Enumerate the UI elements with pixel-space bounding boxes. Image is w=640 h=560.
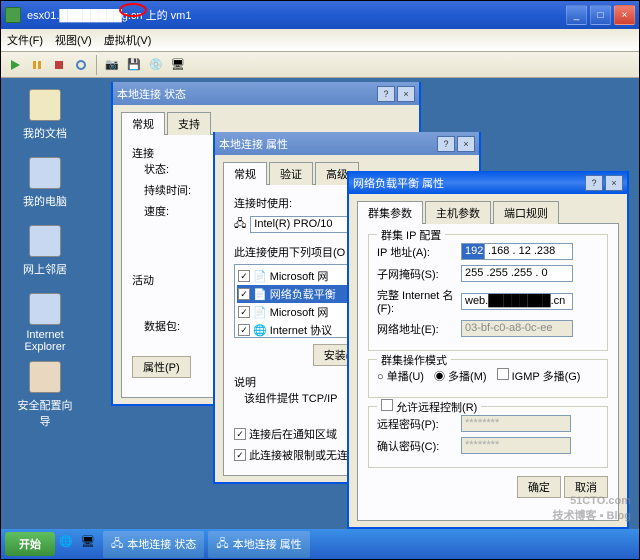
tab-general[interactable]: 常规 [121,112,165,135]
vm-titlebar: esx01.████████g.cn 上的 vm1 _ □ × [1,1,639,29]
radio-multicast[interactable]: ◉ 多播(M) [434,368,487,384]
vm-icon [5,7,21,23]
reset-icon[interactable] [71,55,91,75]
close-icon[interactable]: × [397,86,415,102]
limited-checkbox[interactable]: ✓ [234,449,246,461]
maximize-button[interactable]: □ [590,5,611,25]
guest-desktop: 我的文档 我的电脑 网上邻居 Internet Explorer 安全配置向导 … [1,79,639,529]
check-igmp[interactable]: IGMP 多播(G) [497,368,581,384]
mask-input[interactable]: 255 .255 .255 . 0 [461,265,573,282]
pause-icon[interactable] [27,55,47,75]
desktop-icon-secwizard[interactable]: 安全配置向导 [15,361,75,429]
confirm-pw: ******** [461,437,571,454]
close-icon[interactable]: × [457,136,475,152]
remote-checkbox[interactable]: 允许远程控制(R) [377,399,481,415]
tab-support[interactable]: 支持 [167,112,211,135]
fqdn-input[interactable]: web.████████.cn [461,293,573,310]
help-icon[interactable]: ? [585,175,603,191]
cdrom-icon[interactable]: 💿 [146,55,166,75]
ip-rest[interactable]: .168 . 12 .238 [485,243,573,260]
task-conn-props[interactable]: 🖧 本地连接 属性 [208,531,309,558]
mac-display: 03-bf-c0-a8-0c-ee [461,320,573,337]
win1-titlebar[interactable]: 本地连接 状态 ?× [113,82,419,105]
power-on-icon[interactable] [5,55,25,75]
start-button[interactable]: 开始 [5,532,55,556]
desktop-icon-mydocs[interactable]: 我的文档 [15,89,75,141]
radio-unicast[interactable]: ○ 单播(U) [377,368,424,384]
disk-icon[interactable]: 💾 [124,55,144,75]
desktop-icon-ie[interactable]: Internet Explorer [15,293,75,353]
menu-file[interactable]: 文件(F) [7,32,43,48]
properties-button[interactable]: 属性(P) [132,356,191,378]
tab-cluster-params[interactable]: 群集参数 [357,201,423,224]
minimize-button[interactable]: _ [566,5,587,25]
tab-general[interactable]: 常规 [223,162,267,185]
win3-titlebar[interactable]: 网络负载平衡 属性 ?× [349,171,627,194]
ip-octet1[interactable]: 192 [461,243,485,260]
cancel-button[interactable]: 取消 [564,476,608,498]
win2-titlebar[interactable]: 本地连接 属性 ?× [215,132,479,155]
close-button[interactable]: × [614,5,635,25]
quick-ie-icon[interactable]: 🌐 [59,535,77,553]
taskbar: 开始 🌐 🖥 🖧 本地连接 状态 🖧 本地连接 属性 [1,529,639,559]
ok-button[interactable]: 确定 [517,476,561,498]
quick-desktop-icon[interactable]: 🖥 [81,535,99,553]
snapshot-icon[interactable]: 📷 [102,55,122,75]
help-icon[interactable]: ? [437,136,455,152]
tab-port-rules[interactable]: 端口规则 [493,201,559,224]
tab-auth[interactable]: 验证 [269,162,313,185]
menubar: 文件(F) 视图(V) 虚拟机(V) [1,29,639,52]
remote-pw: ******** [461,415,571,432]
menu-vm[interactable]: 虚拟机(V) [104,32,152,48]
screen-icon[interactable]: 🖥 [168,55,188,75]
window-nlb-props: 网络负载平衡 属性 ?× 群集参数 主机参数 端口规则 群集 IP 配置 IP … [347,171,629,529]
help-icon[interactable]: ? [377,86,395,102]
nic-icon: 🖧 [234,215,246,234]
vm-title: esx01.████████g.cn 上的 vm1 [27,7,191,23]
menu-view[interactable]: 视图(V) [55,32,92,48]
stop-icon[interactable] [49,55,69,75]
desktop-icon-network[interactable]: 网上邻居 [15,225,75,277]
task-conn-status[interactable]: 🖧 本地连接 状态 [103,531,204,558]
close-icon[interactable]: × [605,175,623,191]
desktop-icon-mycomputer[interactable]: 我的电脑 [15,157,75,209]
tab-host-params[interactable]: 主机参数 [425,201,491,224]
toolbar: 📷 💾 💿 🖥 [1,52,639,78]
notify-checkbox[interactable]: ✓ [234,428,246,440]
